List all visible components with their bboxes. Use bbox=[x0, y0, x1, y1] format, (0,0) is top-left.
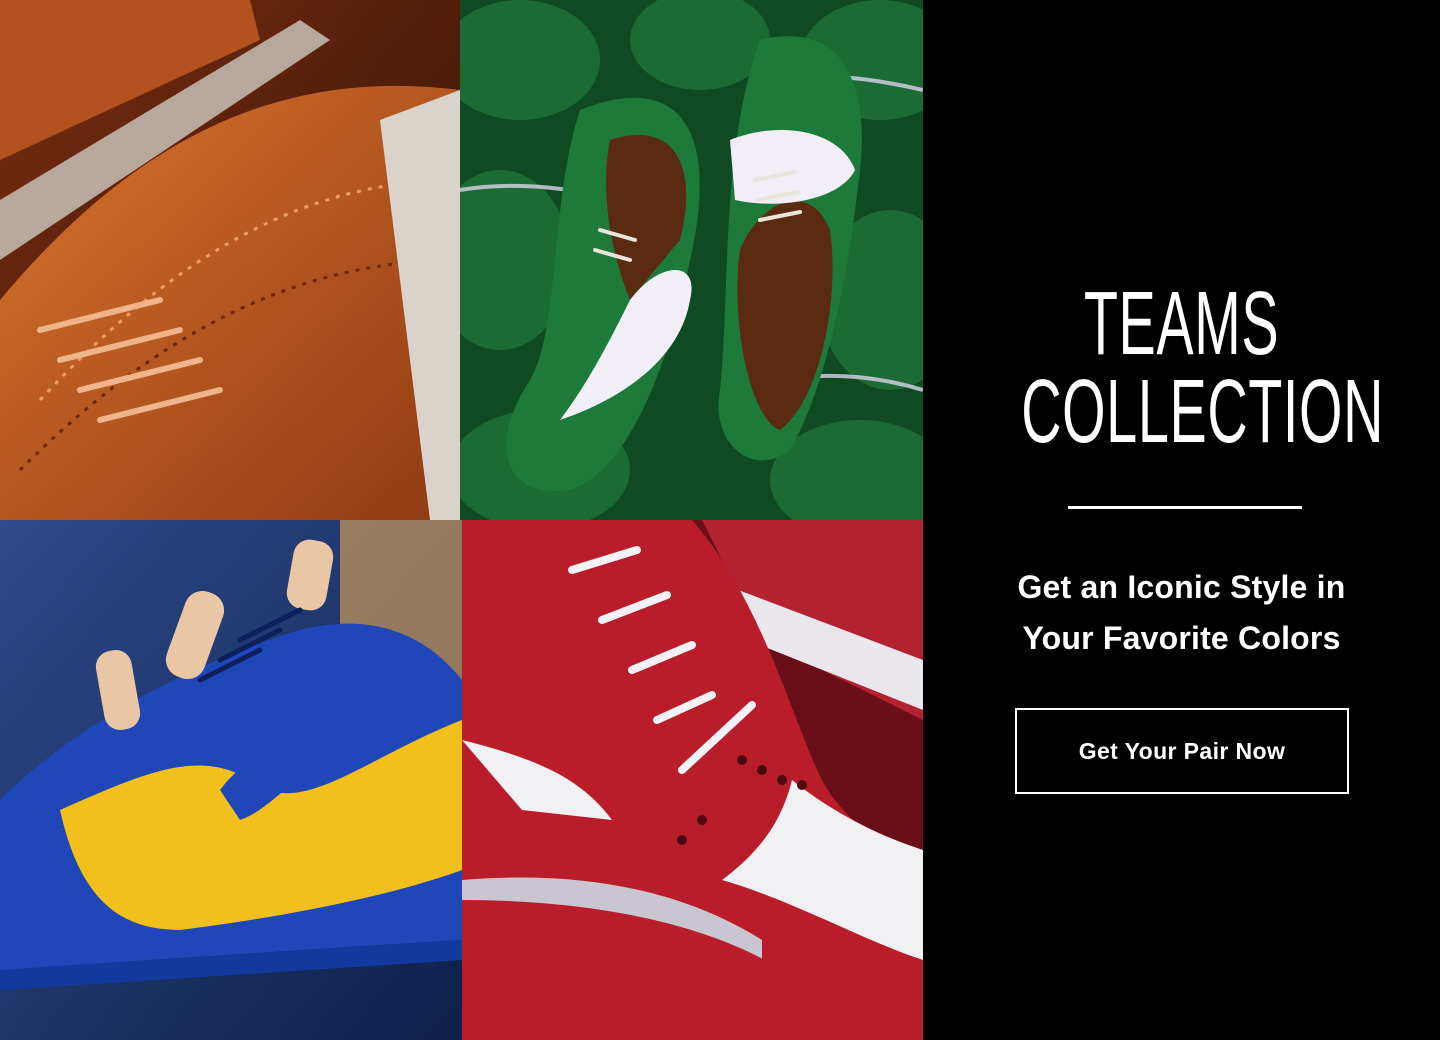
title-line-1: TEAMS bbox=[1083, 274, 1280, 374]
title-divider bbox=[1068, 506, 1302, 509]
subtitle-line-1: Get an Iconic Style in bbox=[1017, 569, 1346, 605]
promo-subtitle: Get an Iconic Style in Your Favorite Col… bbox=[963, 562, 1400, 664]
blue-yellow-brogue-photo bbox=[0, 520, 462, 1040]
tan-brogue-shoes-photo bbox=[0, 0, 460, 520]
collection-title: TEAMS COLLECTION bbox=[1021, 279, 1383, 457]
get-your-pair-now-button[interactable]: Get Your Pair Now bbox=[1015, 708, 1349, 794]
teams-collection-banner: TEAMS COLLECTION Get an Iconic Style in … bbox=[0, 0, 1440, 1040]
title-line-2: COLLECTION bbox=[1021, 362, 1385, 462]
promo-panel: TEAMS COLLECTION Get an Iconic Style in … bbox=[923, 0, 1440, 1040]
subtitle-line-2: Your Favorite Colors bbox=[1022, 620, 1341, 656]
red-white-brogue-photo bbox=[462, 520, 923, 1040]
green-white-brogues-photo bbox=[460, 0, 923, 520]
